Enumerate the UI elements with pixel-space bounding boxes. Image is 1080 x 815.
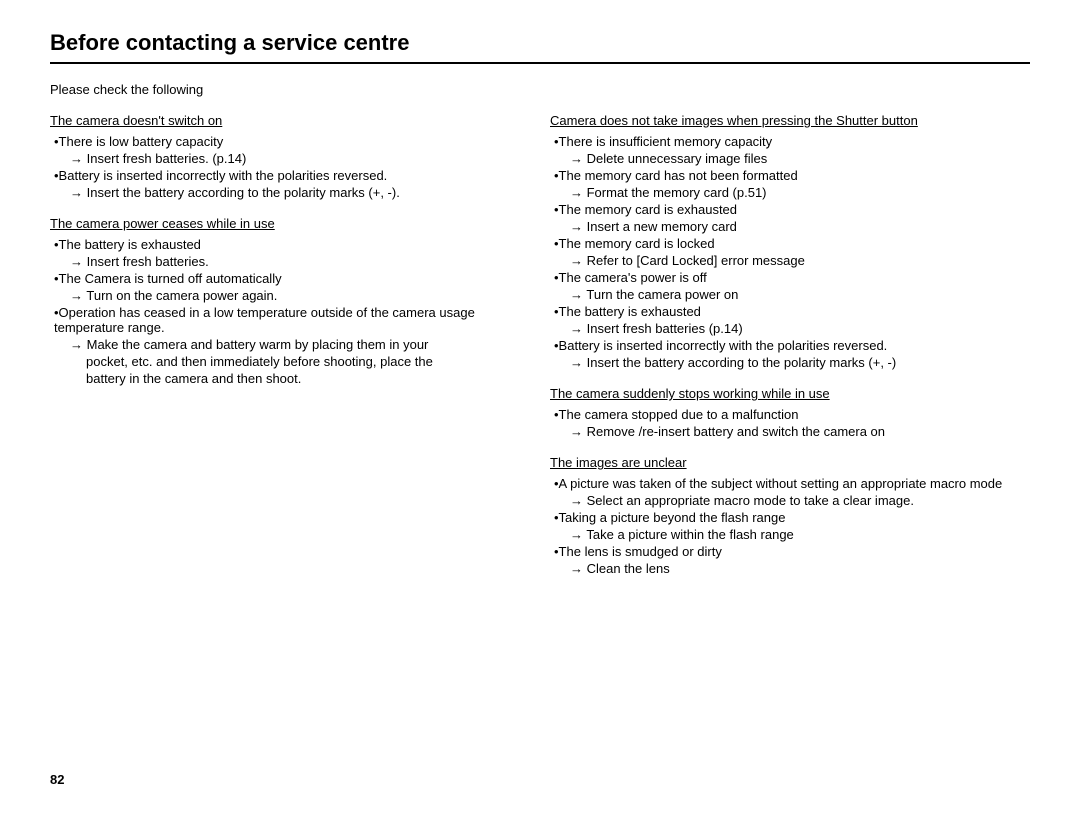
bullet-text: •There is low battery capacity [54,134,223,149]
section-images-unclear: The images are unclear •A picture was ta… [550,455,1030,576]
section-shutter-heading: Camera does not take images when pressin… [550,113,918,128]
bullet-text: •The camera stopped due to a malfunction [554,407,798,422]
section-camera-switch: The camera doesn't switch on •There is l… [50,113,510,200]
arrow-line: → Insert fresh batteries. [50,254,510,269]
arrow-line: → Insert the battery according to the po… [550,355,1030,370]
bullet-text: •The lens is smudged or dirty [554,544,722,559]
arrow-line: → Format the memory card (p.51) [550,185,1030,200]
section-shutter-button: Camera does not take images when pressin… [550,113,1030,370]
bullet-text: •There is insufficient memory capacity [554,134,772,149]
list-item: •Battery is inserted incorrectly with th… [550,338,1030,353]
section-images-unclear-heading: The images are unclear [550,455,687,470]
list-item: •The battery is exhausted [50,237,510,252]
page-title: Before contacting a service centre [50,30,1030,56]
arrow-line: → Make the camera and battery warm by pl… [50,337,510,352]
arrow-line: → Refer to [Card Locked] error message [550,253,1030,268]
list-item: •Battery is inserted incorrectly with th… [50,168,510,183]
content-columns: The camera doesn't switch on •There is l… [50,113,1030,592]
bullet-text: •The Camera is turned off automatically [54,271,282,286]
list-item: •There is low battery capacity [50,134,510,149]
left-column: The camera doesn't switch on •There is l… [50,113,510,592]
list-item: •The memory card is exhausted [550,202,1030,217]
page: Before contacting a service centre Pleas… [0,0,1080,815]
bullet-text: •The memory card is locked [554,236,715,251]
bullet-text: •The battery is exhausted [54,237,201,252]
intro-text: Please check the following [50,82,1030,97]
bullet-text: •Battery is inserted incorrectly with th… [54,168,387,183]
arrow-line: → Take a picture within the flash range [550,527,1030,542]
list-item: •The camera stopped due to a malfunction [550,407,1030,422]
bullet-text: •A picture was taken of the subject with… [554,476,1002,491]
list-item: •There is insufficient memory capacity [550,134,1030,149]
section-camera-stops: The camera suddenly stops working while … [550,386,1030,439]
bullet-text: •The memory card is exhausted [554,202,737,217]
list-item: •The battery is exhausted [550,304,1030,319]
list-item: •Taking a picture beyond the flash range [550,510,1030,525]
section-camera-switch-heading: The camera doesn't switch on [50,113,222,128]
arrow-line: → Select an appropriate macro mode to ta… [550,493,1030,508]
list-item: •Operation has ceased in a low temperatu… [50,305,510,335]
arrow-line: → Insert a new memory card [550,219,1030,234]
page-number: 82 [50,772,64,787]
title-section: Before contacting a service centre [50,30,1030,64]
list-item: •A picture was taken of the subject with… [550,476,1030,491]
arrow-continuation: pocket, etc. and then immediately before… [50,354,510,369]
arrow-continuation2: battery in the camera and then shoot. [50,371,510,386]
bullet-text: •Battery is inserted incorrectly with th… [554,338,887,353]
bullet-text: •The camera's power is off [554,270,707,285]
section-camera-power-ceases: The camera power ceases while in use •Th… [50,216,510,386]
bullet-text: •The battery is exhausted [554,304,701,319]
arrow-line: → Delete unnecessary image files [550,151,1030,166]
right-column: Camera does not take images when pressin… [550,113,1030,592]
arrow-line: → Turn the camera power on [550,287,1030,302]
list-item: •The lens is smudged or dirty [550,544,1030,559]
section-camera-power-heading: The camera power ceases while in use [50,216,275,231]
list-item: •The memory card has not been formatted [550,168,1030,183]
list-item: •The memory card is locked [550,236,1030,251]
bullet-text: •Taking a picture beyond the flash range [554,510,785,525]
section-camera-stops-heading: The camera suddenly stops working while … [550,386,830,401]
arrow-line: → Insert fresh batteries (p.14) [550,321,1030,336]
bullet-text: •The memory card has not been formatted [554,168,798,183]
arrow-line: → Clean the lens [550,561,1030,576]
list-item: •The camera's power is off [550,270,1030,285]
arrow-line: → Turn on the camera power again. [50,288,510,303]
list-item: •The Camera is turned off automatically [50,271,510,286]
bullet-text: •Operation has ceased in a low temperatu… [54,305,510,335]
arrow-line: → Insert the battery according to the po… [50,185,510,200]
arrow-line: → Remove /re-insert battery and switch t… [550,424,1030,439]
arrow-line: → Insert fresh batteries. (p.14) [50,151,510,166]
